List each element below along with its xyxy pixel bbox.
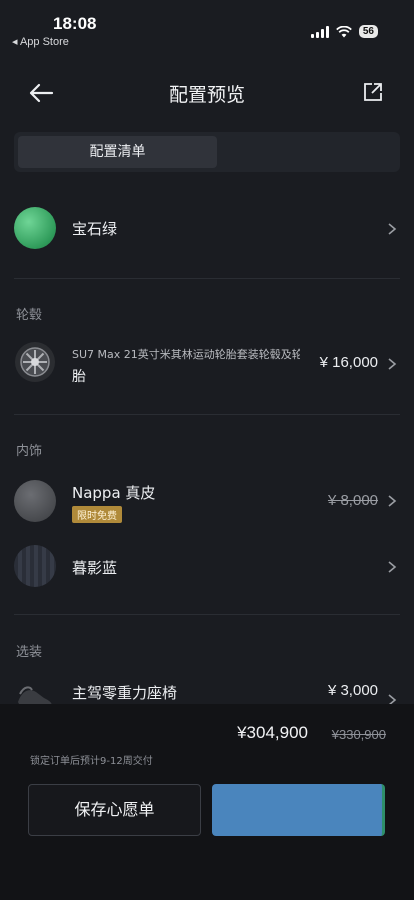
interior-color-swatch xyxy=(14,545,56,587)
exterior-color-name: 宝石绿 xyxy=(72,220,118,238)
divider xyxy=(14,278,400,279)
wifi-icon xyxy=(336,25,352,37)
free-badge: 限时免费 xyxy=(72,506,122,523)
interior-color-row[interactable]: 暮影蓝 xyxy=(0,542,414,590)
tab-bar: 配置清单 xyxy=(14,132,400,172)
checkout-panel: ¥304,900 ¥330,900 锁定订单后预计9-12周交付 保存心愿单 xyxy=(0,704,414,900)
option-seat-row[interactable]: 主驾零重力座椅 ¥ 3,000 xyxy=(0,676,414,706)
interior-material-price: ¥ 8,000 xyxy=(327,492,378,509)
chevron-right-icon xyxy=(388,495,397,507)
interior-color-name: 暮影蓝 xyxy=(72,559,118,577)
interior-material-row[interactable]: Nappa 真皮 限时免费 ¥ 8,000 xyxy=(0,474,414,528)
wheels-section-label: 轮毂 xyxy=(16,308,43,323)
option-seat-price: ¥ 3,000 xyxy=(327,682,378,699)
interior-section-label: 内饰 xyxy=(16,444,43,459)
options-section-label: 选装 xyxy=(16,645,43,660)
status-bar: 18:08 ◂ App Store 56 xyxy=(0,0,414,56)
page-title: 配置预览 xyxy=(168,84,245,106)
divider xyxy=(14,614,400,615)
wheel-icon xyxy=(15,342,55,382)
option-seat-name: 主驾零重力座椅 xyxy=(72,684,178,702)
chevron-right-icon xyxy=(388,223,397,235)
interior-material-name: Nappa 真皮 xyxy=(72,484,156,502)
battery-indicator: 56 xyxy=(358,25,378,38)
app-store-back-link[interactable]: ◂ App Store xyxy=(12,35,69,48)
original-price: ¥330,900 xyxy=(331,727,386,742)
wheels-row[interactable]: SU7 Max 21英寸米其林运动轮胎套装轮毂及轮胎 胎 ¥ 16,000 xyxy=(0,334,414,396)
material-swatch-grey xyxy=(14,480,56,522)
cellular-signal-icon xyxy=(310,25,329,38)
wheels-name: SU7 Max 21英寸米其林运动轮胎套装轮毂及轮胎 xyxy=(72,348,300,361)
status-icons: 56 xyxy=(310,25,378,38)
divider xyxy=(14,414,400,415)
color-swatch-green xyxy=(14,207,56,249)
exterior-color-row[interactable]: 宝石绿 xyxy=(0,190,414,268)
tab-config-list[interactable]: 配置清单 xyxy=(18,136,217,168)
status-time: 18:08 xyxy=(53,14,97,33)
wheels-name-cont: 胎 xyxy=(72,369,86,385)
delivery-note: 锁定订单后预计9-12周交付 xyxy=(30,756,153,767)
total-price: ¥304,900 xyxy=(237,723,308,742)
nav-header: 配置预览 xyxy=(0,70,414,116)
wheels-price: ¥ 16,000 xyxy=(319,354,378,371)
save-wishlist-button[interactable]: 保存心愿单 xyxy=(28,784,201,836)
share-icon[interactable] xyxy=(362,81,384,103)
chevron-right-icon xyxy=(388,561,397,573)
primary-order-button[interactable] xyxy=(212,784,385,836)
chevron-right-icon xyxy=(388,358,397,370)
